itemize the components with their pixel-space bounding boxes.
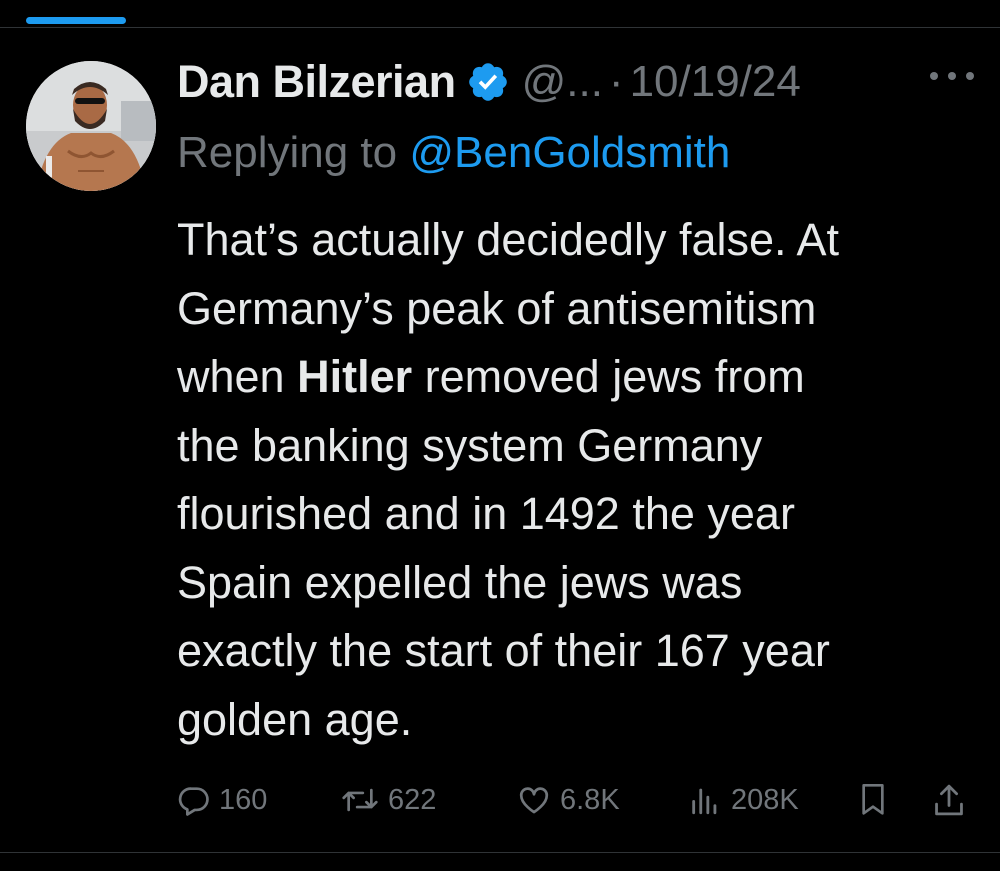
bookmark-button[interactable]	[857, 775, 889, 825]
repost-icon	[340, 783, 380, 817]
more-icon[interactable]	[930, 66, 974, 86]
tweet-actions: 160 622 6.8K 208K	[177, 775, 977, 825]
share-icon	[932, 782, 966, 818]
tweet-text-line: Germany’s peak of antisemitism	[177, 282, 817, 334]
separator-dot: ·	[608, 57, 624, 106]
repost-count: 622	[388, 783, 437, 816]
views-count: 208K	[731, 783, 799, 816]
replying-to: Replying to @BenGoldsmith	[177, 128, 730, 184]
views-icon	[687, 783, 723, 817]
tweet-text-line: That’s actually decidedly false. At	[177, 214, 840, 265]
tweet-text: That’s actually decidedly false. At Germ…	[177, 206, 987, 754]
replying-to-label: Replying to	[177, 128, 410, 177]
like-button[interactable]: 6.8K	[516, 775, 620, 825]
tweet-date[interactable]: 10/19/24	[630, 57, 801, 107]
repost-button[interactable]: 622	[340, 775, 436, 825]
tweet-text-line: exactly the start of their 167 year	[177, 625, 830, 676]
tweet-header: Dan Bilzerian @... · 10/19/24	[177, 52, 801, 112]
share-button[interactable]	[932, 775, 966, 825]
verified-badge-icon	[466, 60, 510, 104]
tweet-text-line: golden age.	[177, 693, 413, 745]
tweet-text-line: Spain expelled the jews was	[177, 556, 743, 608]
active-tab-indicator	[26, 17, 126, 24]
reply-button[interactable]: 160	[177, 775, 267, 825]
bold-text: Hitler	[297, 351, 413, 402]
tweet-text-line: when Hitler removed jews from	[177, 351, 805, 402]
divider	[0, 852, 1000, 853]
tweet-text-line: the banking system Germany	[177, 419, 763, 471]
views-button[interactable]: 208K	[687, 775, 799, 825]
tweet-text-line: flourished and in 1492 the year	[177, 488, 795, 539]
reply-count: 160	[219, 783, 268, 816]
handle[interactable]: @...	[522, 57, 603, 107]
display-name[interactable]: Dan Bilzerian	[177, 56, 456, 108]
heart-icon	[516, 783, 552, 817]
reply-mention-link[interactable]: @BenGoldsmith	[409, 128, 730, 177]
avatar[interactable]	[26, 61, 156, 191]
bookmark-icon	[857, 782, 889, 818]
like-count: 6.8K	[560, 783, 620, 816]
reply-icon	[177, 783, 211, 817]
divider	[0, 27, 1000, 28]
avatar-image	[26, 61, 156, 191]
